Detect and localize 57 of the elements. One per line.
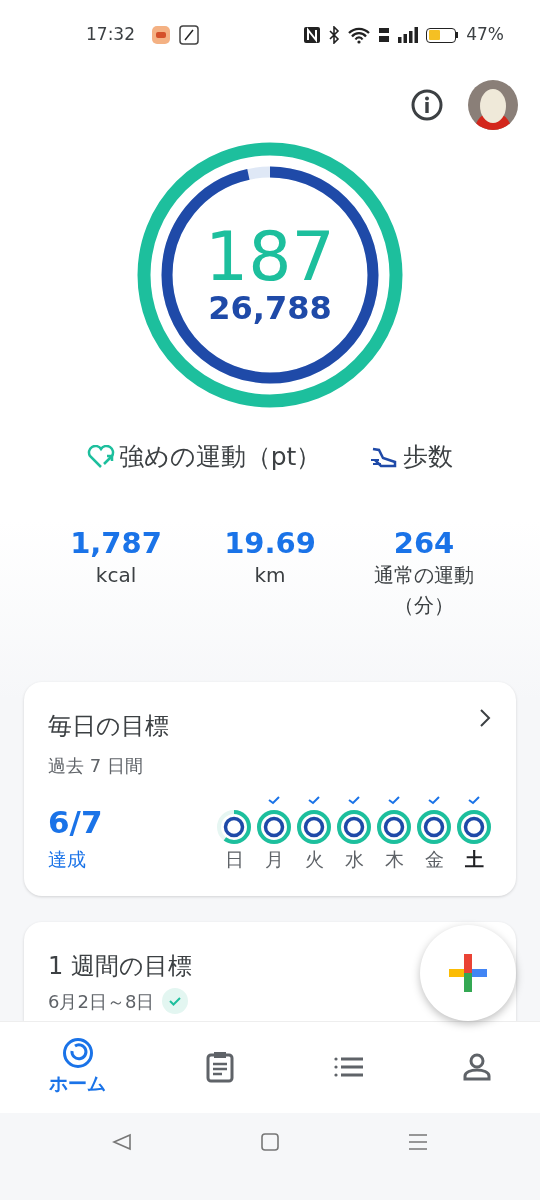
stat-value: 19.69 [223, 525, 317, 561]
journal-tab[interactable] [205, 1051, 236, 1084]
ring-icon [61, 1037, 94, 1070]
heart-points-value: 187 [205, 223, 335, 292]
chevron-right-icon [478, 708, 492, 729]
home-icon[interactable] [261, 1132, 279, 1151]
card-subtitle: 過去 7 日間 [48, 754, 144, 779]
card-title: 1 週間の目標 [48, 951, 192, 980]
day-progress-ring [416, 809, 452, 846]
achieved-count: 6/7 [48, 802, 103, 842]
card-title: 毎日の目標 [48, 711, 169, 743]
daily-goal-card[interactable]: 毎日の目標 過去 7 日間 6/7 達成 日 月 火 水 木 金 土 [24, 682, 516, 896]
wifi-icon [348, 26, 371, 44]
day-progress-ring [216, 809, 252, 846]
legend-label: 歩数 [403, 441, 454, 473]
clipboard-icon [205, 1051, 236, 1084]
achieved-label: 達成 [48, 847, 87, 873]
weekday-label: 日 [224, 847, 244, 873]
card-subtitle: 6月2日～8日 [48, 989, 155, 1014]
nfc-icon [304, 26, 321, 44]
app-notification-icon [179, 25, 199, 45]
weekday-label: 木 [384, 847, 404, 873]
plus-icon [448, 953, 488, 993]
profile-avatar[interactable] [468, 80, 518, 130]
weekday-label: 火 [304, 847, 324, 873]
stat-value: 1,787 [69, 525, 163, 561]
day-progress-ring [376, 809, 412, 846]
person-icon [462, 1053, 491, 1082]
clock: 17:32 [86, 23, 135, 47]
weekday-label: 水 [344, 847, 364, 873]
signal-icon [398, 27, 419, 43]
stat-label: 通常の運動（分） [373, 562, 475, 620]
weekday-label: 金 [424, 847, 444, 873]
stat-label: kcal [94, 562, 138, 590]
stat-value: 264 [392, 525, 456, 561]
day-progress-ring [456, 809, 492, 846]
list-icon [333, 1056, 364, 1079]
battery-percentage: 47% [466, 23, 504, 47]
weekday-label: 月 [264, 847, 284, 873]
back-icon[interactable] [112, 1132, 133, 1151]
menu-icon[interactable] [407, 1132, 428, 1151]
day-progress-ring [256, 809, 292, 846]
day-progress-ring [296, 809, 332, 846]
profile-tab[interactable] [462, 1053, 491, 1082]
info-button[interactable] [410, 88, 444, 122]
day-progress-ring [336, 809, 372, 846]
home-tab[interactable]: ホーム [49, 1037, 107, 1098]
heart-icon [86, 444, 115, 469]
browse-tab[interactable] [333, 1056, 364, 1079]
stat-label: km [253, 562, 287, 590]
weekday-label: 土 [464, 847, 484, 873]
volte-icon [378, 26, 391, 44]
bluetooth-icon [328, 26, 341, 44]
legend-label: 強めの運動（pt） [118, 441, 322, 473]
app-notification-icon [151, 25, 171, 45]
battery-icon [426, 27, 459, 43]
steps-value: 26,788 [208, 291, 332, 327]
